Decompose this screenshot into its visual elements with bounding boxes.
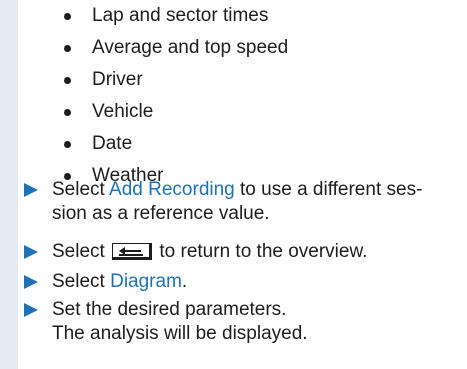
- step-suffix: to return to the overview.: [154, 241, 368, 262]
- step-return: Select to return to the overview.: [0, 240, 467, 270]
- list-item-text: Lap and sector times: [92, 5, 269, 26]
- list-item-text: Average and top speed: [92, 37, 289, 58]
- list-item-text: Driver: [92, 69, 143, 90]
- step-diagram: Select Diagram.: [0, 270, 467, 298]
- bullet-icon: [64, 45, 71, 52]
- manual-page: Lap and sector times Average and top spe…: [0, 0, 467, 369]
- step-result-text: The analysis will be displayed.: [52, 323, 308, 344]
- step-prefix: Select: [52, 271, 111, 292]
- step-line: Select Add Recording to use a different …: [52, 178, 467, 202]
- step-line: Select Diagram.: [52, 270, 467, 294]
- list-item-text: Date: [92, 133, 133, 154]
- diagram-link[interactable]: Diagram: [110, 271, 182, 292]
- list-item: Vehicle: [0, 96, 288, 128]
- add-recording-link[interactable]: Add Recording: [109, 179, 235, 200]
- step-prefix: Select: [52, 179, 110, 200]
- bullet-icon: [64, 77, 71, 84]
- bullet-icon: [64, 13, 71, 20]
- instruction-steps: Select Add Recording to use a different …: [0, 178, 467, 346]
- list-item-text: Vehicle: [92, 101, 154, 122]
- step-prefix: Select: [52, 241, 111, 262]
- step-suffix: .: [181, 271, 188, 292]
- step-arrow-icon: [24, 245, 38, 259]
- step-suffix: to use a different ses-: [234, 179, 423, 200]
- step-line: Set the desired parameters.: [52, 299, 287, 320]
- step-line-continued: sion as a reference value.: [52, 203, 270, 224]
- list-item: Lap and sector times: [0, 0, 288, 32]
- list-item: Date: [0, 128, 288, 160]
- list-item: Driver: [0, 64, 288, 96]
- list-item: Average and top speed: [0, 32, 288, 64]
- step-line: Select to return to the overview.: [52, 240, 467, 264]
- bullet-icon: [64, 109, 71, 116]
- feature-list: Lap and sector times Average and top spe…: [0, 0, 288, 186]
- bullet-icon: [64, 141, 71, 148]
- back-key-icon: [112, 243, 153, 260]
- step-add-recording: Select Add Recording to use a different …: [0, 178, 467, 240]
- step-arrow-icon: [24, 303, 38, 317]
- step-arrow-icon: [24, 275, 38, 289]
- step-arrow-icon: [24, 183, 38, 197]
- step-parameters: Set the desired parameters. The analysis…: [0, 298, 467, 346]
